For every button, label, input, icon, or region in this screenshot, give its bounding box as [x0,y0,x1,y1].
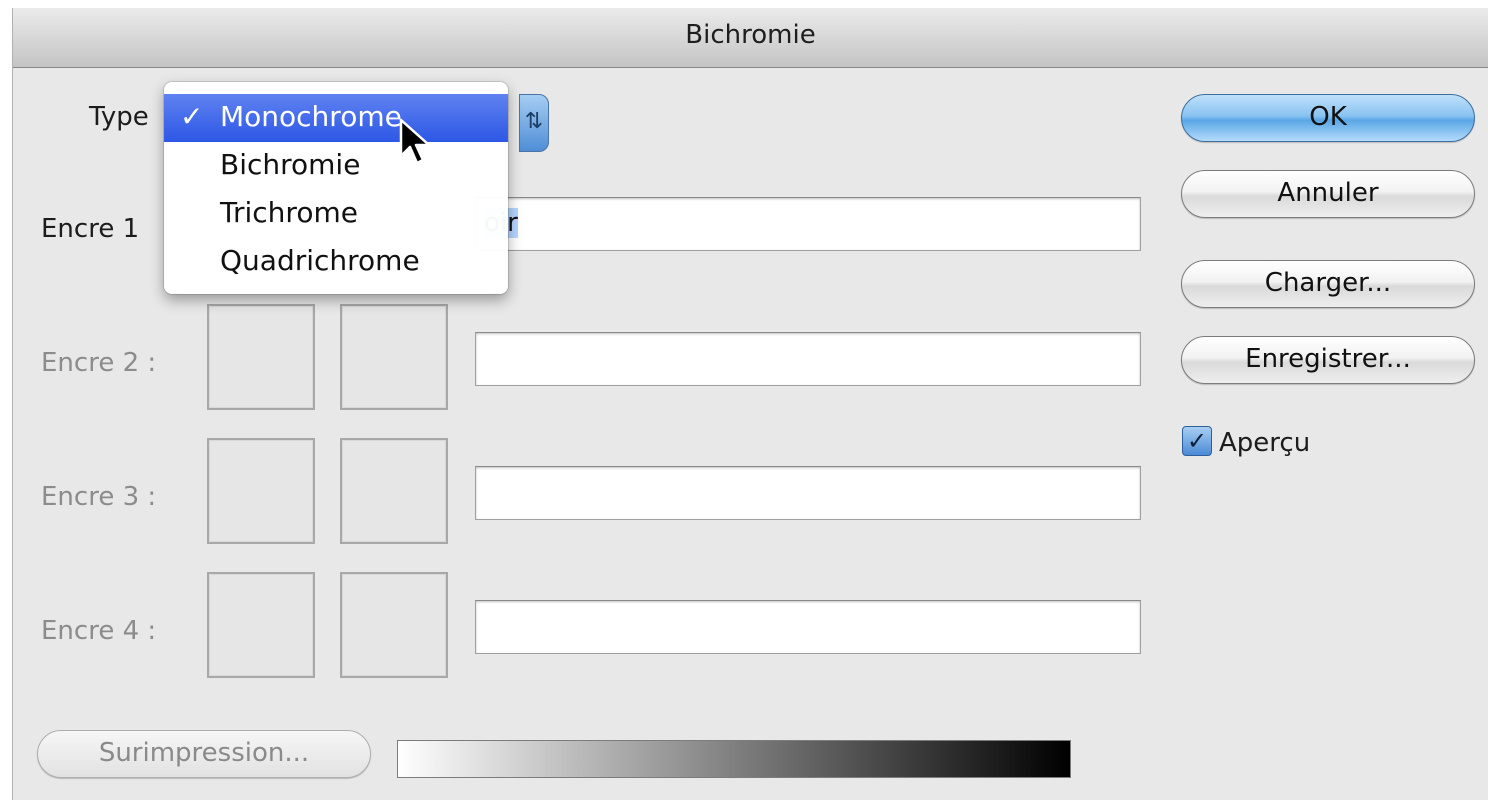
checkmark-icon: ✓ [180,100,204,133]
ink-1-name-field[interactable]: oir [475,197,1141,251]
gradient-preview-bar [397,740,1071,778]
preview-checkbox[interactable]: ✓ [1182,426,1212,456]
ink-4-name-field [475,600,1141,654]
menu-item-label: Bichromie [220,148,361,181]
ink-2-name-field [475,332,1141,386]
menu-item-quadrichrome[interactable]: Quadrichrome [164,238,508,286]
ink-4-color-swatch [340,572,448,678]
overprint-button[interactable]: Surimpression... [37,730,371,778]
ink-2-color-swatch [340,304,448,410]
save-button[interactable]: Enregistrer... [1181,336,1475,384]
type-label: Type [89,102,149,132]
ink-3-curve-box [207,438,315,544]
load-button[interactable]: Charger... [1181,260,1475,308]
type-dropdown-menu: ✓ Monochrome Bichromie Trichrome Quadric… [164,82,508,294]
menu-item-monochrome[interactable]: ✓ Monochrome [164,94,508,142]
ink-1-label: Encre 1 [41,214,140,244]
ink-4-label: Encre 4 : [41,616,157,646]
menu-item-bichromie[interactable]: Bichromie [164,142,508,190]
bichromie-dialog: Bichromie Type ⇅ Encre 1 oir Encre 2 : E… [12,8,1488,800]
ink-4-curve-box [207,572,315,678]
menu-item-trichrome[interactable]: Trichrome [164,190,508,238]
menu-item-label: Monochrome [220,100,402,133]
preview-label[interactable]: Aperçu [1219,428,1310,458]
window-title: Bichromie [685,20,816,50]
arrow-cursor-icon [399,118,431,165]
checkmark-icon: ✓ [1186,427,1208,455]
ok-button[interactable]: OK [1181,94,1475,142]
menu-item-label: Trichrome [220,196,358,229]
ink-3-label: Encre 3 : [41,482,157,512]
type-select-stepper[interactable]: ⇅ [519,94,549,152]
title-bar[interactable]: Bichromie [13,8,1488,68]
up-down-arrows-icon: ⇅ [524,109,544,134]
menu-item-label: Quadrichrome [220,244,420,277]
ink-2-label: Encre 2 : [41,348,157,378]
cancel-button[interactable]: Annuler [1181,170,1475,218]
ink-3-color-swatch [340,438,448,544]
ink-2-curve-box [207,304,315,410]
ink-3-name-field [475,466,1141,520]
